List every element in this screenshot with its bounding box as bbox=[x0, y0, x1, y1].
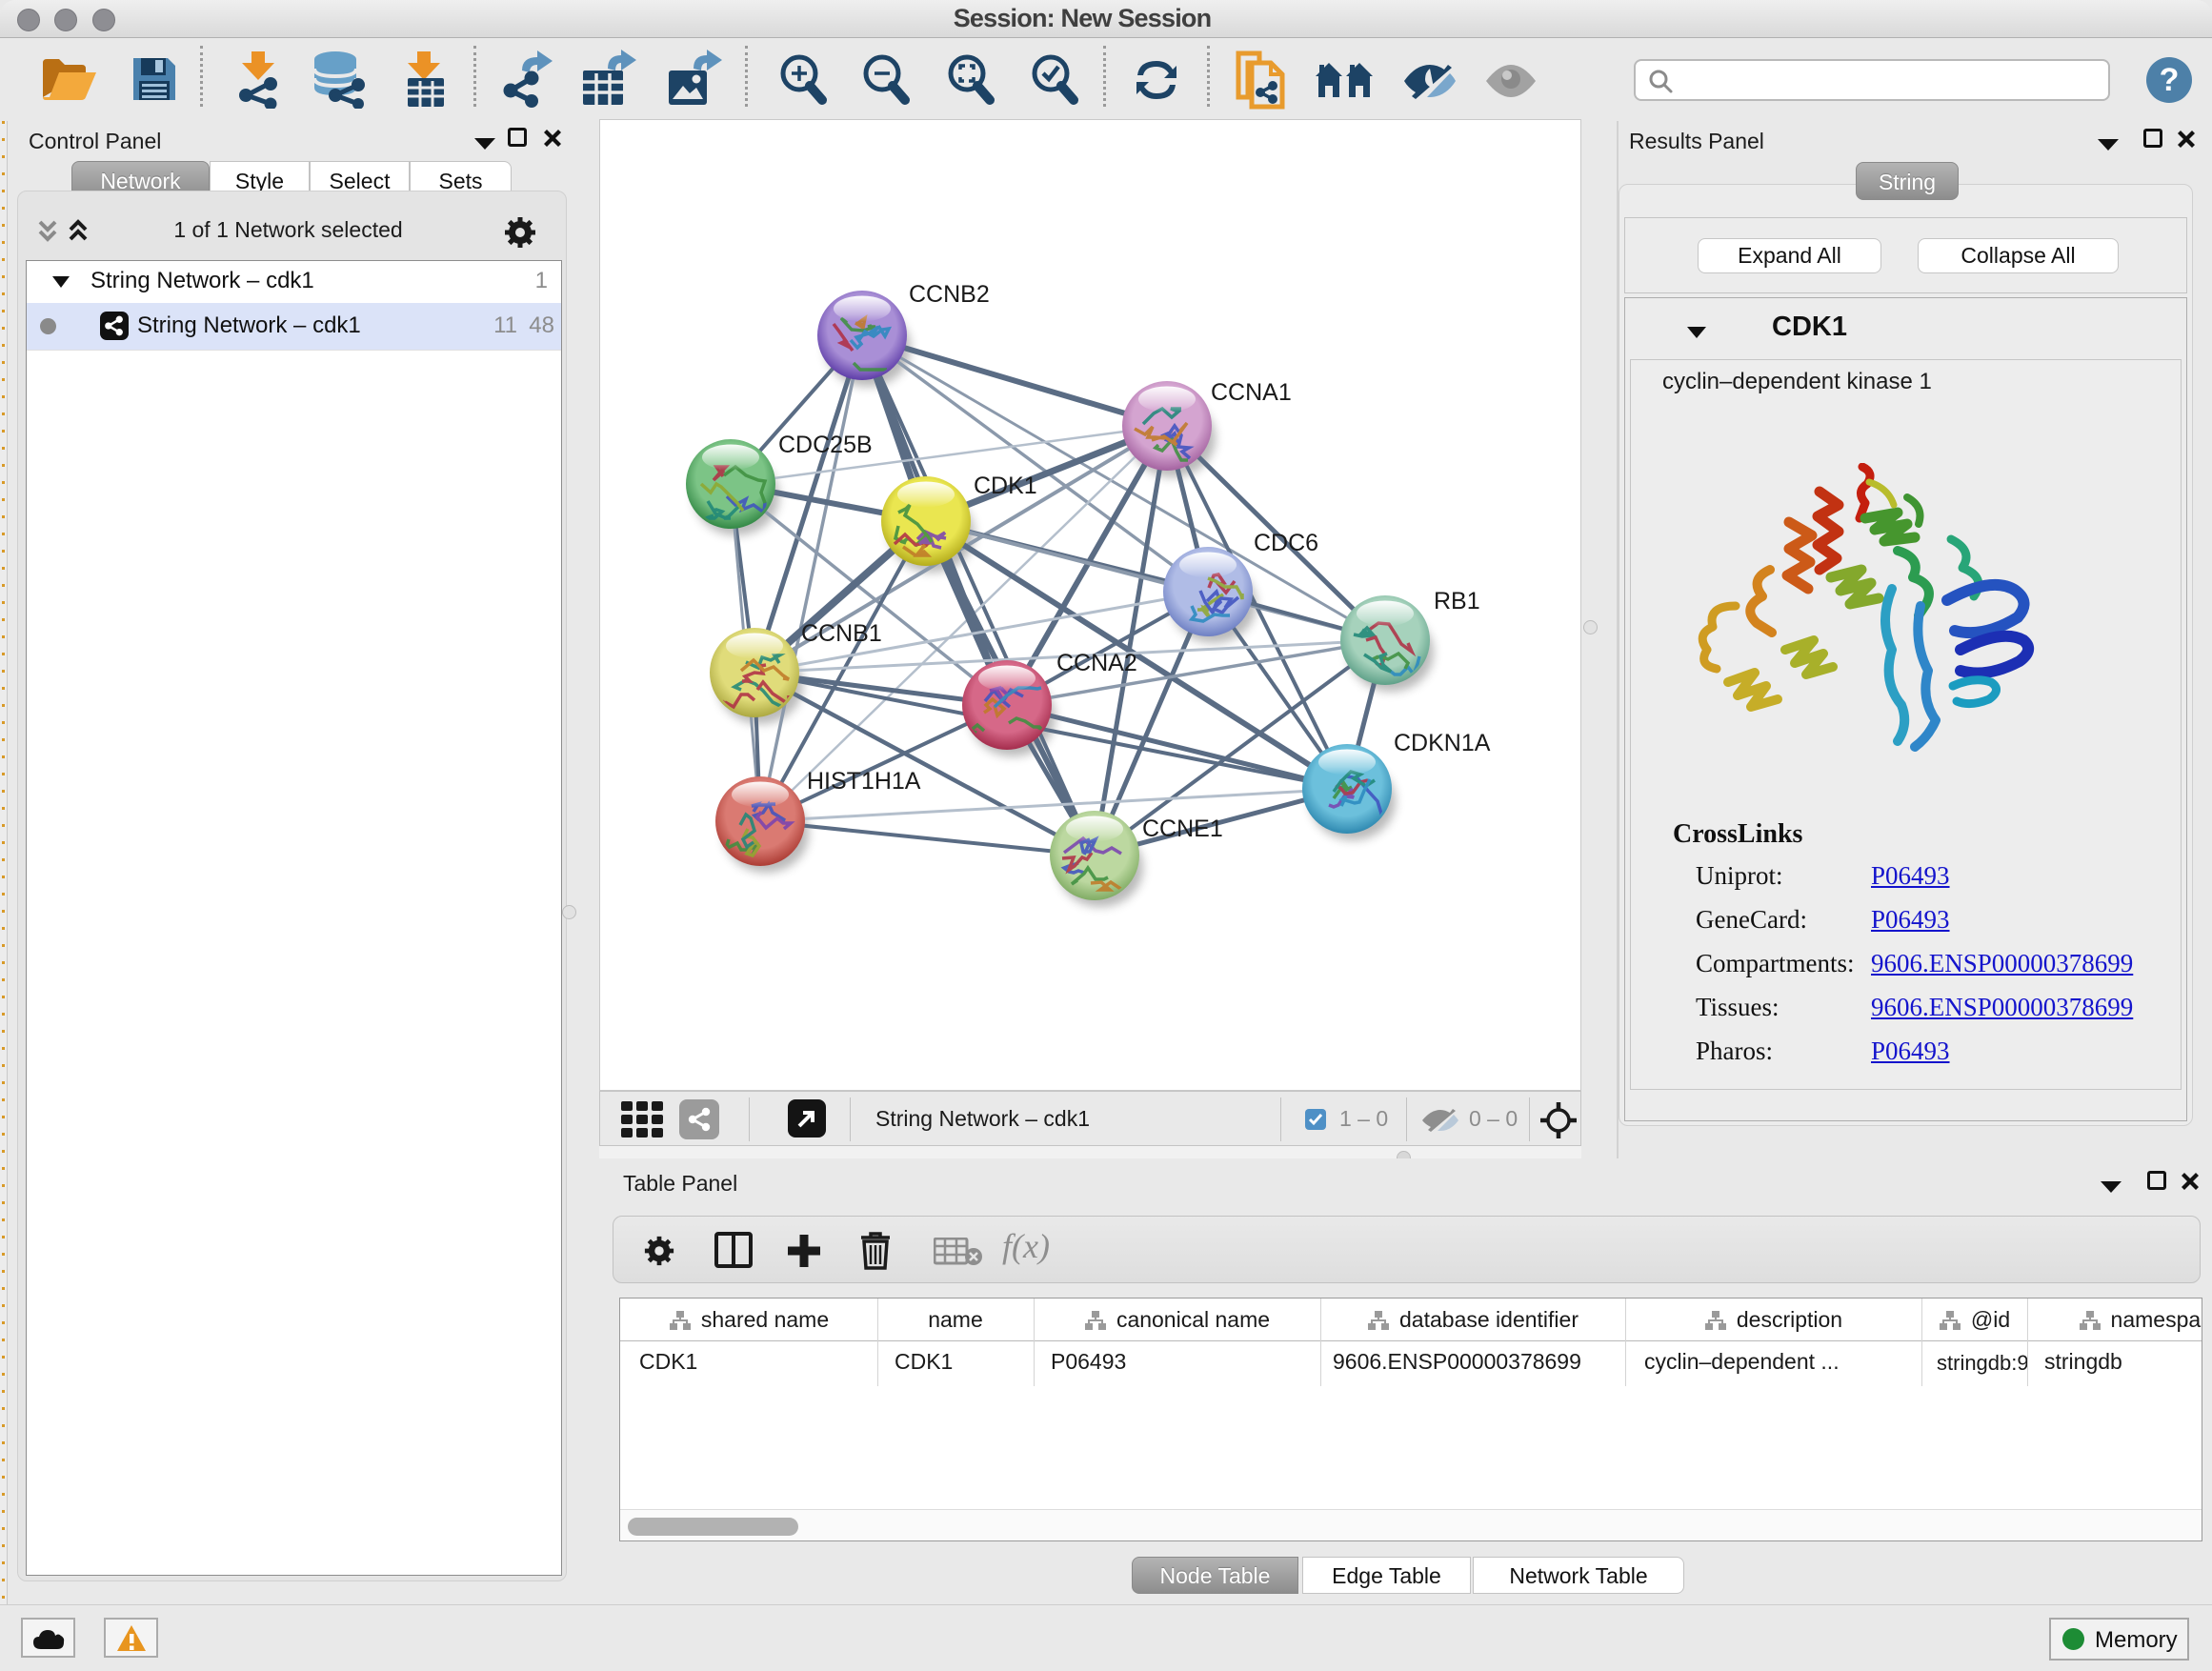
svg-text:CCNA1: CCNA1 bbox=[1211, 379, 1292, 406]
svg-text:RB1: RB1 bbox=[1434, 588, 1480, 614]
svg-text:CDK1: CDK1 bbox=[974, 473, 1037, 499]
svg-text:CCNB1: CCNB1 bbox=[801, 620, 882, 647]
svg-text:CDC25B: CDC25B bbox=[778, 432, 873, 458]
svg-text:CDC6: CDC6 bbox=[1254, 530, 1318, 556]
svg-text:CCNE1: CCNE1 bbox=[1142, 815, 1223, 842]
svg-text:CDKN1A: CDKN1A bbox=[1394, 730, 1491, 756]
svg-text:HIST1H1A: HIST1H1A bbox=[807, 768, 921, 795]
svg-text:CCNA2: CCNA2 bbox=[1056, 650, 1137, 676]
svg-text:CCNB2: CCNB2 bbox=[909, 281, 990, 308]
